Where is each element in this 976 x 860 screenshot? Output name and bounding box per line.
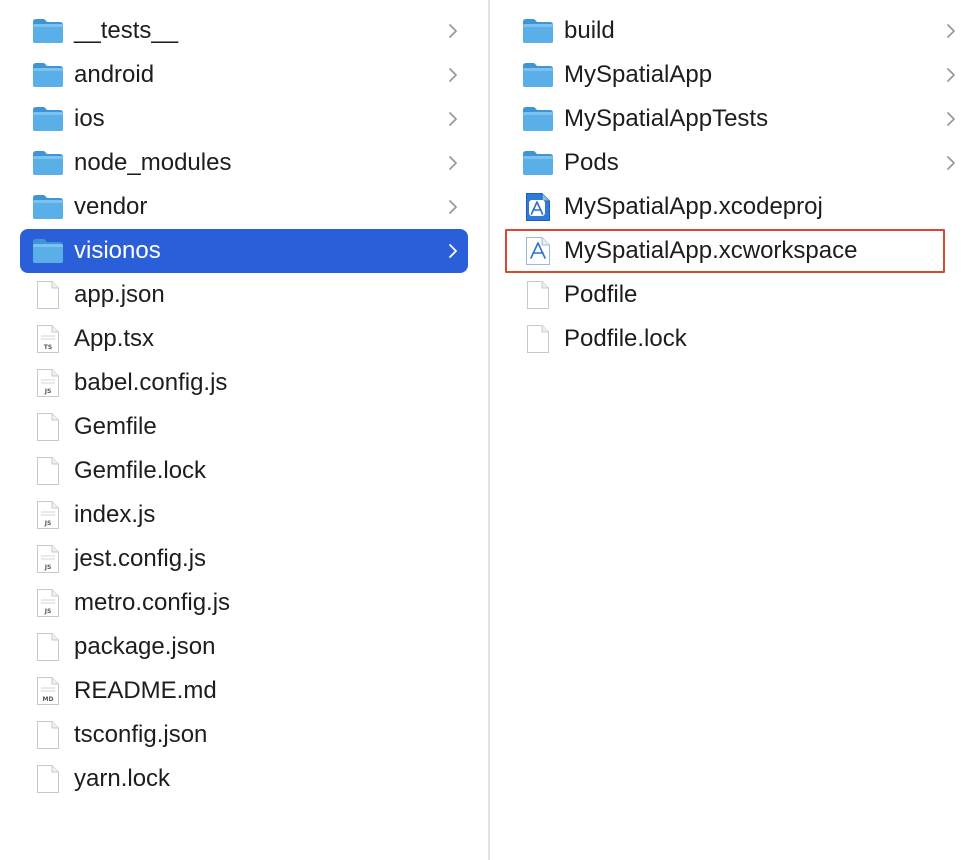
- item-label: Gemfile.lock: [74, 457, 207, 484]
- finder-column-project-root: __tests__android ios node_modulesvendor vis…: [0, 0, 488, 860]
- item-label: tsconfig.json: [74, 721, 208, 748]
- chevron-right-icon: [449, 112, 457, 126]
- file-item-podfile[interactable]: Podfile: [510, 273, 966, 317]
- folder-icon: [522, 59, 554, 91]
- folder-item-tests[interactable]: __tests__: [20, 9, 468, 53]
- item-label: app.json: [74, 281, 165, 308]
- folder-icon: [32, 235, 64, 267]
- chevron-right-icon: [947, 24, 955, 38]
- chevron-right-icon: [449, 24, 457, 38]
- svg-text:JS: JS: [44, 608, 52, 615]
- document-icon: [522, 323, 554, 355]
- item-label: node_modules: [74, 149, 232, 176]
- folder-icon: [32, 191, 64, 223]
- document-icon: [32, 631, 64, 663]
- file-item-index-js[interactable]: JS index.js: [20, 493, 468, 537]
- item-label: Podfile: [564, 281, 638, 308]
- chevron-right-icon: [449, 200, 457, 214]
- item-label: README.md: [74, 677, 217, 704]
- folder-icon: [32, 15, 64, 47]
- file-item-package-json[interactable]: package.json: [20, 625, 468, 669]
- document-icon: [32, 719, 64, 751]
- file-item-gemfile[interactable]: Gemfile: [20, 405, 468, 449]
- folder-item-vendor[interactable]: vendor: [20, 185, 468, 229]
- folder-item-android[interactable]: android: [20, 53, 468, 97]
- file-item-tsconfig-json[interactable]: tsconfig.json: [20, 713, 468, 757]
- chevron-right-icon: [947, 156, 955, 170]
- item-label: index.js: [74, 501, 156, 528]
- document-icon: [32, 279, 64, 311]
- item-label: MySpatialApp.xcworkspace: [564, 237, 858, 264]
- file-item-app-tsx[interactable]: TS App.tsx: [20, 317, 468, 361]
- chevron-right-icon: [947, 112, 955, 126]
- file-list: __tests__android ios node_modulesvendor vis…: [0, 0, 488, 801]
- chevron-right-icon: [947, 68, 955, 82]
- js-file-icon: JS: [32, 587, 64, 619]
- file-item-myspatialapp-xcworkspace[interactable]: MySpatialApp.xcworkspace: [505, 229, 966, 273]
- document-icon: [32, 411, 64, 443]
- item-label: App.tsx: [74, 325, 155, 352]
- file-item-readme-md[interactable]: MD README.md: [20, 669, 468, 713]
- item-label: build: [564, 17, 615, 44]
- js-file-icon: JS: [32, 367, 64, 399]
- ts-file-icon: TS: [32, 323, 64, 355]
- svg-text:JS: JS: [44, 564, 52, 571]
- folder-item-ios[interactable]: ios: [20, 97, 468, 141]
- folder-icon: [32, 59, 64, 91]
- item-label: ios: [74, 105, 105, 132]
- file-item-jest-config-js[interactable]: JS jest.config.js: [20, 537, 468, 581]
- folder-icon: [522, 147, 554, 179]
- item-label: Podfile.lock: [564, 325, 687, 352]
- item-label: MySpatialApp.xcodeproj: [564, 193, 823, 220]
- svg-text:JS: JS: [44, 388, 52, 395]
- folder-icon: [522, 15, 554, 47]
- folder-icon: [522, 103, 554, 135]
- item-label: metro.config.js: [74, 589, 231, 616]
- folder-item-node-modules[interactable]: node_modules: [20, 141, 468, 185]
- chevron-right-icon: [449, 156, 457, 170]
- item-label: yarn.lock: [74, 765, 171, 792]
- item-label: visionos: [74, 237, 161, 264]
- item-label: Gemfile: [74, 413, 157, 440]
- markdown-file-icon: MD: [32, 675, 64, 707]
- chevron-right-icon: [449, 244, 457, 258]
- item-label: android: [74, 61, 155, 88]
- xcodeproj-icon: [522, 191, 554, 223]
- folder-item-myspatialapp[interactable]: MySpatialApp: [510, 53, 966, 97]
- document-icon: [32, 455, 64, 487]
- document-icon: [32, 763, 64, 795]
- xcworkspace-icon: [522, 235, 554, 267]
- item-label: vendor: [74, 193, 148, 220]
- svg-text:MD: MD: [43, 696, 54, 703]
- file-item-babel-config-js[interactable]: JS babel.config.js: [20, 361, 468, 405]
- finder-column-visionos: build MySpatialApp MySpatialAppTests Pods My…: [490, 0, 976, 860]
- js-file-icon: JS: [32, 543, 64, 575]
- item-label: jest.config.js: [74, 545, 207, 572]
- file-item-gemfile-lock[interactable]: Gemfile.lock: [20, 449, 468, 493]
- file-item-app-json[interactable]: app.json: [20, 273, 468, 317]
- js-file-icon: JS: [32, 499, 64, 531]
- svg-text:TS: TS: [44, 344, 52, 351]
- file-item-podfile-lock[interactable]: Podfile.lock: [510, 317, 966, 361]
- folder-icon: [32, 147, 64, 179]
- folder-item-pods[interactable]: Pods: [510, 141, 966, 185]
- folder-item-myspatialapptests[interactable]: MySpatialAppTests: [510, 97, 966, 141]
- folder-item-visionos[interactable]: visionos: [20, 229, 468, 273]
- item-label: babel.config.js: [74, 369, 228, 396]
- item-label: package.json: [74, 633, 216, 660]
- file-item-yarn-lock[interactable]: yarn.lock: [20, 757, 468, 801]
- item-label: __tests__: [74, 17, 179, 44]
- document-icon: [522, 279, 554, 311]
- folder-icon: [32, 103, 64, 135]
- folder-item-build[interactable]: build: [510, 9, 966, 53]
- file-item-myspatialapp-xcodeproj[interactable]: MySpatialApp.xcodeproj: [510, 185, 966, 229]
- item-label: MySpatialAppTests: [564, 105, 769, 132]
- file-list: build MySpatialApp MySpatialAppTests Pods My…: [490, 0, 976, 361]
- file-item-metro-config-js[interactable]: JS metro.config.js: [20, 581, 468, 625]
- item-label: MySpatialApp: [564, 61, 713, 88]
- chevron-right-icon: [449, 68, 457, 82]
- svg-text:JS: JS: [44, 520, 52, 527]
- item-label: Pods: [564, 149, 619, 176]
